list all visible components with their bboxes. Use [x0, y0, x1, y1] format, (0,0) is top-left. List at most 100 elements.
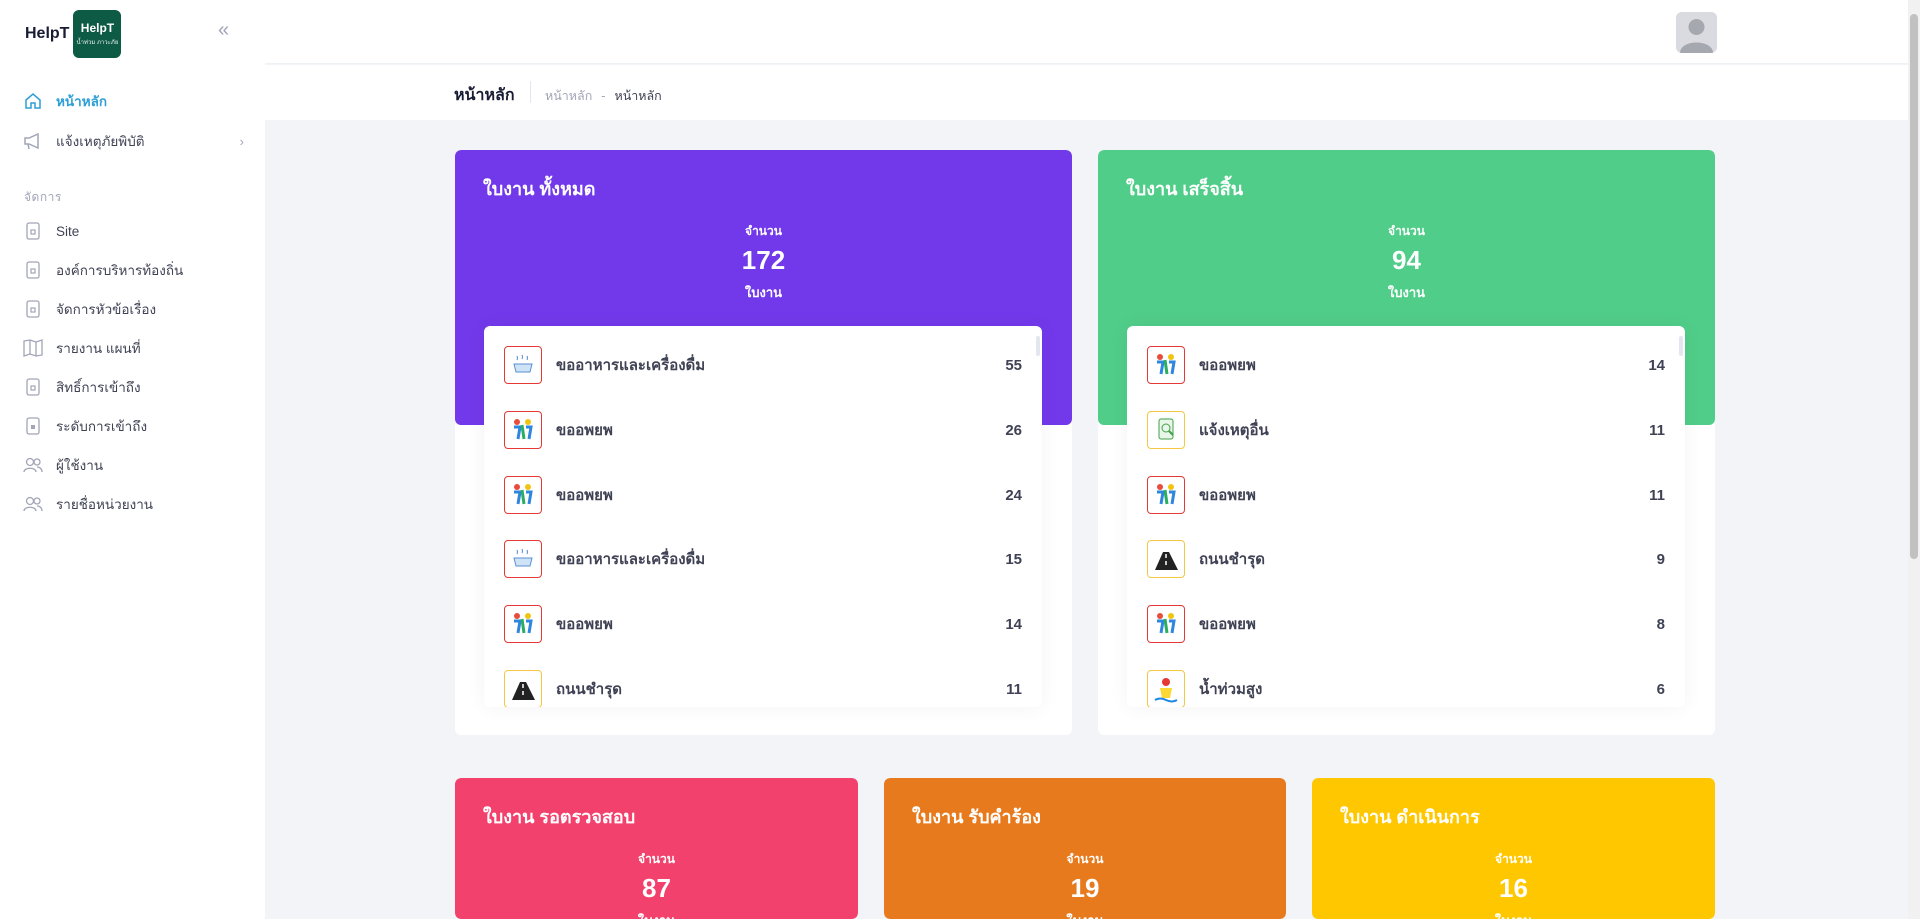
lock-icon — [22, 415, 44, 437]
card-count-unit: ใบงาน — [1312, 910, 1715, 919]
card-title: ใบงาน เสร็จสิ้น — [1126, 179, 1244, 199]
page-scrollbar[interactable] — [1908, 0, 1920, 919]
sidebar-item-local-admin[interactable]: องค์การบริหารท้องถิ่น — [22, 255, 244, 285]
list-item[interactable]: ขออพยพ 8 — [1147, 603, 1665, 645]
sidebar-item-access-levels[interactable]: ระดับการเข้าถึง — [22, 411, 244, 441]
header — [265, 0, 1908, 64]
sidebar-item-label: ระดับการเข้าถึง — [56, 419, 148, 434]
list-item-name: ถนนชำรุด — [556, 681, 622, 698]
card-title: ใบงาน รอตรวจสอบ — [483, 807, 636, 827]
card-done-jobs: ใบงาน เสร็จสิ้น จำนวน 94 ใบงาน ขออพยพ 14… — [1098, 150, 1715, 735]
food-icon — [504, 540, 542, 578]
sidebar-item-label: แจ้งเหตุภัยพิบัติ — [56, 134, 145, 149]
sidebar-item-agencies[interactable]: รายชื่อหน่วยงาน — [22, 489, 244, 519]
breadcrumb-separator: - — [601, 89, 606, 103]
list-item[interactable]: ขออพยพ 24 — [504, 474, 1022, 516]
card-accepted-jobs: ใบงาน รับคำร้อง จำนวน 19 ใบงาน — [884, 778, 1286, 919]
users-icon — [22, 493, 44, 515]
list-item-value: 11 — [1006, 680, 1022, 698]
brand-logo-subtext: น้ำท่วม ภาวะภัย — [76, 40, 119, 46]
food-icon — [504, 346, 542, 384]
list-item-name: น้ำท่วมสูง — [1199, 681, 1263, 698]
road-icon — [1147, 540, 1185, 578]
brand-name: HelpT — [25, 25, 70, 42]
sidebar-item-map-report[interactable]: รายงาน แผนที่ — [22, 333, 244, 363]
list-item-name: ขออพยพ — [1199, 487, 1256, 504]
sidebar-item-label: จัดการหัวข้อเรื่อง — [56, 302, 157, 317]
list-item[interactable]: ขออาหารและเครื่องดื่ม 15 — [504, 538, 1022, 580]
brand-logo: HelpT น้ำท่วม ภาวะภัย — [73, 10, 122, 58]
card-count: 16 — [1499, 873, 1528, 903]
breadcrumb-current: หน้าหลัก — [614, 89, 662, 103]
list-item[interactable]: ขออาหารและเครื่องดื่ม 55 — [504, 344, 1022, 386]
sidebar-item-report-disaster[interactable]: แจ้งเหตุภัยพิบัติ › — [22, 126, 244, 156]
list-item-name: ขออพยพ — [1199, 616, 1256, 633]
evacuate-icon — [1147, 476, 1185, 514]
card-count-unit: ใบงาน — [884, 910, 1286, 919]
sidebar-item-label: รายชื่อหน่วยงาน — [56, 497, 154, 512]
list-item[interactable]: ถนนชำรุด 11 — [504, 668, 1022, 707]
list-item-name: ถนนชำรุด — [1199, 551, 1265, 568]
sidebar-item-users[interactable]: ผู้ใช้งาน — [22, 450, 244, 480]
brand[interactable]: HelpT HelpT น้ำท่วม ภาวะภัย — [25, 10, 122, 58]
card-count-label: จำนวน — [1388, 224, 1425, 238]
sidebar-item-site[interactable]: Site — [22, 216, 244, 246]
list-scrollbar[interactable] — [1034, 326, 1042, 707]
sidebar-item-label: รายงาน แผนที่ — [56, 341, 141, 356]
card-title: ใบงาน รับคำร้อง — [912, 807, 1041, 827]
list-item-value: 14 — [1005, 615, 1022, 633]
list-item[interactable]: แจ้งเหตุอื่น 11 — [1147, 409, 1665, 451]
list-item-value: 26 — [1005, 421, 1022, 439]
sidebar-item-permissions[interactable]: สิทธิ์การเข้าถึง — [22, 372, 244, 402]
card-in-progress-jobs: ใบงาน ดำเนินการ จำนวน 16 ใบงาน — [1312, 778, 1715, 919]
flood-icon — [1147, 670, 1185, 707]
job-type-list[interactable]: ขออพยพ 14 แจ้งเหตุอื่น 11 ขออพยพ 11 ถนนช… — [1127, 326, 1685, 707]
user-avatar[interactable] — [1676, 12, 1717, 53]
card-count-label: จำนวน — [638, 852, 675, 866]
list-item[interactable]: ขออพยพ 26 — [504, 409, 1022, 451]
list-scrollbar[interactable] — [1677, 326, 1685, 707]
card-count: 87 — [642, 873, 671, 903]
list-item-value: 11 — [1649, 421, 1665, 439]
list-item-value: 55 — [1005, 356, 1022, 374]
list-item-value: 14 — [1648, 356, 1665, 374]
page-scrollbar-thumb[interactable] — [1910, 14, 1918, 559]
page-title: หน้าหลัก — [454, 87, 515, 104]
breadcrumb-link-home[interactable]: หน้าหลัก — [545, 86, 592, 106]
chevron-right-icon: › — [239, 133, 244, 149]
breadcrumb: หน้าหลัก - หน้าหลัก — [545, 86, 662, 106]
list-item-value: 24 — [1005, 486, 1022, 504]
list-item-name: แจ้งเหตุอื่น — [1199, 422, 1269, 439]
sidebar-item-topics[interactable]: จัดการหัวข้อเรื่อง — [22, 294, 244, 324]
home-icon — [22, 90, 44, 112]
list-item-name: ขออาหารและเครื่องดื่ม — [556, 551, 706, 568]
sidebar-item-label: องค์การบริหารท้องถิ่น — [56, 263, 184, 278]
sidebar-item-home[interactable]: หน้าหลัก — [22, 86, 244, 116]
card-count-label: จำนวน — [1495, 852, 1532, 866]
list-item-value: 9 — [1656, 550, 1665, 568]
report-icon — [1147, 411, 1185, 449]
list-item[interactable]: ขออพยพ 11 — [1147, 474, 1665, 516]
brand-logo-text: HelpT — [80, 21, 115, 35]
list-item[interactable]: ถนนชำรุด 9 — [1147, 538, 1665, 580]
toolbar-divider — [530, 81, 531, 103]
card-count-unit: ใบงาน — [455, 910, 858, 919]
sidebar-item-label: ผู้ใช้งาน — [56, 458, 104, 473]
evacuate-icon — [1147, 346, 1185, 384]
lock-icon — [22, 220, 44, 242]
card-title: ใบงาน ดำเนินการ — [1340, 807, 1480, 827]
card-review-jobs: ใบงาน รอตรวจสอบ จำนวน 87 ใบงาน — [455, 778, 858, 919]
card-title: ใบงาน ทั้งหมด — [483, 179, 596, 199]
evacuate-icon — [1147, 605, 1185, 643]
evacuate-icon — [504, 411, 542, 449]
sidebar-collapse-icon[interactable]: « — [218, 20, 238, 40]
list-item[interactable]: ขออพยพ 14 — [1147, 344, 1665, 386]
users-icon — [22, 454, 44, 476]
list-item-name: ขออาหารและเครื่องดื่ม — [556, 357, 706, 374]
job-type-list[interactable]: ขออาหารและเครื่องดื่ม 55 ขออพยพ 26 ขออพย… — [484, 326, 1042, 707]
list-item-value: 6 — [1656, 680, 1665, 698]
card-count-label: จำนวน — [1066, 852, 1104, 866]
list-item[interactable]: น้ำท่วมสูง 6 — [1147, 668, 1665, 707]
list-item[interactable]: ขออพยพ 14 — [504, 603, 1022, 645]
megaphone-icon — [22, 130, 44, 152]
